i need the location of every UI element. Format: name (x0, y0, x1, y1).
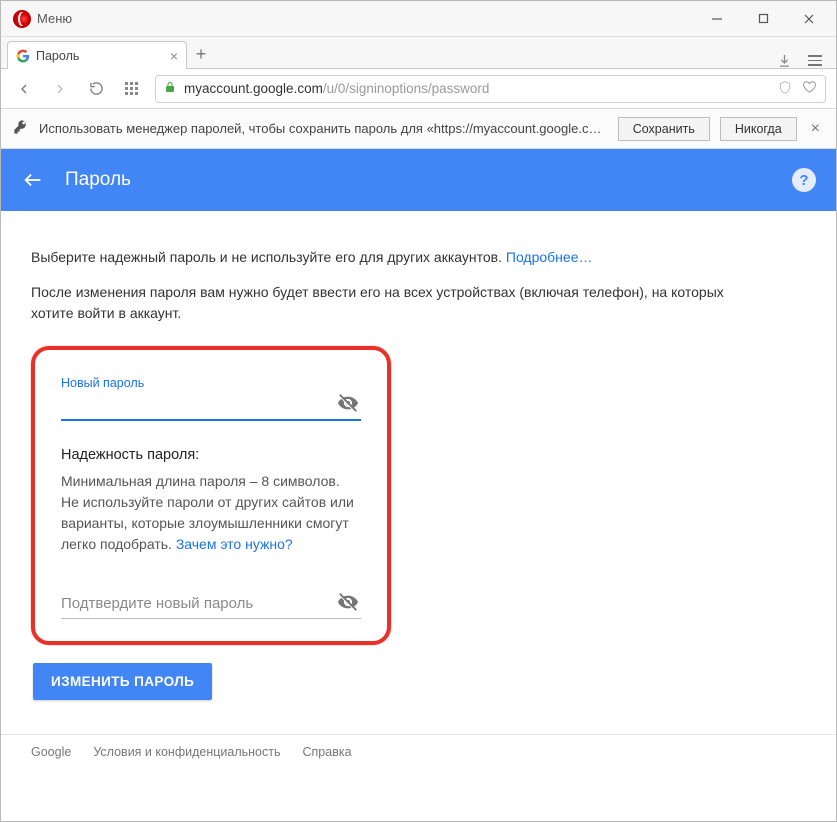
intro-line1-text: Выберите надежный пароль и не используйт… (31, 249, 506, 265)
strength-title: Надежность пароля: (61, 447, 361, 463)
window-maximize-button[interactable] (740, 3, 786, 35)
toggle-visibility-icon[interactable] (335, 392, 361, 417)
nav-toolbar: myaccount.google.com/u/0/signinoptions/p… (1, 69, 836, 109)
address-host: myaccount.google.com (184, 81, 323, 96)
save-password-button[interactable]: Сохранить (618, 117, 710, 141)
lock-icon (164, 80, 176, 97)
menu-label: Меню (37, 11, 72, 26)
nav-reload-button[interactable] (83, 76, 109, 102)
window-close-button[interactable] (786, 3, 832, 35)
active-tab[interactable]: Пароль × (7, 41, 187, 69)
learn-more-link[interactable]: Подробнее… (506, 249, 593, 265)
address-bar[interactable]: myaccount.google.com/u/0/signinoptions/p… (155, 75, 826, 103)
address-url: myaccount.google.com/u/0/signinoptions/p… (184, 81, 489, 96)
opera-menu-button[interactable]: Меню (5, 6, 80, 32)
footer-terms[interactable]: Условия и конфиденциальность (93, 745, 280, 759)
tab-title: Пароль (36, 49, 79, 63)
password-save-bar: Использовать менеджер паролей, чтобы сох… (1, 109, 836, 149)
new-password-label: Новый пароль (61, 376, 361, 390)
content-area: Выберите надежный пароль и не используйт… (1, 211, 836, 821)
window-minimize-button[interactable] (694, 3, 740, 35)
intro-line1: Выберите надежный пароль и не используйт… (31, 247, 751, 268)
footer-brand[interactable]: Google (31, 745, 71, 759)
save-bar-text: Использовать менеджер паролей, чтобы сох… (39, 121, 608, 136)
key-icon (13, 119, 29, 138)
change-password-button[interactable]: ИЗМЕНИТЬ ПАРОЛЬ (33, 663, 212, 700)
tabstrip: Пароль × + (1, 37, 836, 69)
download-icon[interactable] (777, 53, 792, 68)
header-back-button[interactable] (21, 168, 45, 192)
browser-window: Меню Пароль (0, 0, 837, 822)
new-password-input[interactable] (61, 392, 335, 417)
confirm-password-field (61, 589, 361, 619)
page-header: Пароль ? (1, 149, 836, 211)
intro-line2: После изменения пароля вам нужно будет в… (31, 282, 751, 324)
window-titlebar: Меню (1, 1, 836, 37)
nav-forward-button[interactable] (47, 76, 73, 102)
tab-menu-icon[interactable] (808, 55, 822, 66)
strength-body: Минимальная длина пароля – 8 символов. Н… (61, 471, 361, 555)
heart-icon[interactable] (802, 80, 817, 97)
footer-help[interactable]: Справка (303, 745, 352, 759)
confirm-password-input[interactable] (61, 591, 335, 616)
tab-close-button[interactable]: × (170, 49, 178, 63)
page-footer: Google Условия и конфиденциальность Спра… (1, 734, 836, 769)
window-controls (694, 3, 832, 35)
shield-icon[interactable] (778, 80, 792, 98)
page-title: Пароль (65, 169, 131, 191)
new-tab-button[interactable]: + (187, 40, 215, 68)
opera-icon (13, 10, 31, 28)
speed-dial-button[interactable] (119, 76, 145, 102)
new-password-field: Новый пароль (61, 376, 361, 421)
nav-back-button[interactable] (11, 76, 37, 102)
why-link[interactable]: Зачем это нужно? (176, 536, 293, 552)
toggle-visibility-icon[interactable] (335, 591, 361, 616)
save-bar-close-button[interactable]: × (807, 120, 824, 138)
address-path: /u/0/signinoptions/password (323, 81, 490, 96)
password-form-card: Новый пароль Надежность пароля: Минималь… (31, 346, 391, 645)
help-button[interactable]: ? (792, 168, 816, 192)
google-g-favicon (16, 49, 30, 63)
never-save-button[interactable]: Никогда (720, 117, 797, 141)
